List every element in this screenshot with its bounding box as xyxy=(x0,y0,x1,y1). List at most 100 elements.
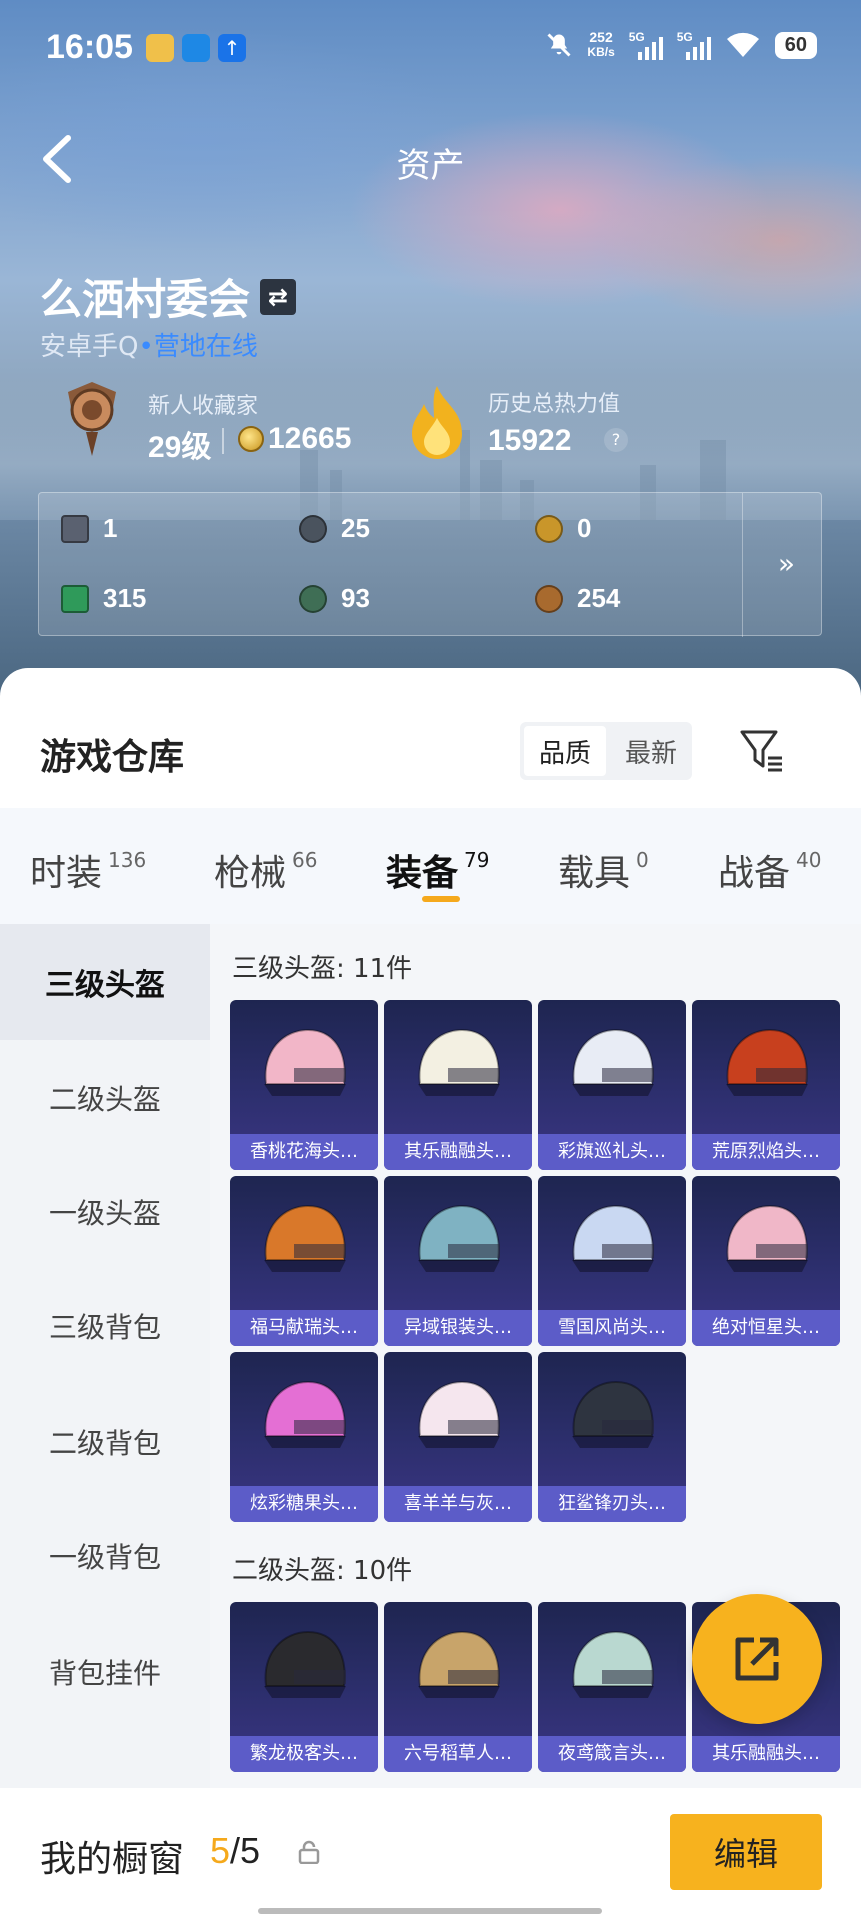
item-card[interactable]: 香桃花海头… xyxy=(230,1000,378,1170)
tab-vehicles[interactable]: 载具 0 xyxy=(558,844,649,896)
sidebar-item-level1-helmet[interactable]: 一级头盔 xyxy=(0,1154,210,1270)
divider xyxy=(222,428,224,454)
currency-panel: 1 25 0 315 93 254 » xyxy=(38,492,822,637)
sidebar-item-level2-helmet[interactable]: 二级头盔 xyxy=(0,1040,210,1156)
helmet-icon xyxy=(264,1204,346,1272)
collection-points-icon xyxy=(238,426,264,452)
currency-item: 0 xyxy=(535,513,591,544)
currency-item: 25 xyxy=(299,513,370,544)
wifi-icon xyxy=(726,32,759,57)
gold-coin-icon xyxy=(535,514,563,543)
home-indicator xyxy=(258,1908,602,1914)
card-ticket-icon xyxy=(61,514,89,543)
helmet-icon xyxy=(418,1380,500,1448)
app-notification-icon xyxy=(182,34,210,62)
status-bar: 16:05 ↑ 252 KB/s 5G 5G 60 xyxy=(0,0,861,100)
warehouse-title: 游戏仓库 xyxy=(40,737,185,778)
green-ticket-icon xyxy=(61,584,89,613)
status-time: 16:05 xyxy=(46,28,133,66)
signal-icon: 5G xyxy=(629,30,663,60)
tab-guns[interactable]: 枪械 66 xyxy=(214,844,317,896)
showcase-label: 我的橱窗 xyxy=(40,1839,185,1880)
share-button[interactable] xyxy=(692,1594,822,1724)
helmet-icon xyxy=(726,1204,808,1272)
signal-icon: 5G xyxy=(677,30,711,60)
item-card[interactable]: 六号稻草人… xyxy=(384,1602,532,1772)
helmet-icon xyxy=(726,1028,808,1096)
sidebar-item-level2-backpack[interactable]: 二级背包 xyxy=(0,1384,210,1500)
helmet-icon xyxy=(572,1630,654,1698)
sort-toggle: 品质 最新 xyxy=(520,722,692,780)
platform-label: 安卓手Q xyxy=(40,332,139,362)
profile-name-row: 么洒村委会 ⇄ xyxy=(40,266,297,327)
sort-quality-button[interactable]: 品质 xyxy=(524,726,606,776)
item-card[interactable]: 夜鸢箴言头… xyxy=(538,1602,686,1772)
sidebar-item-backpack-charm[interactable]: 背包挂件 xyxy=(0,1614,210,1730)
active-tab-indicator xyxy=(422,896,460,902)
rank-level: 29级 xyxy=(148,431,212,464)
battery-indicator: 60 xyxy=(774,31,817,59)
item-name: 喜羊羊与灰… xyxy=(384,1486,532,1522)
item-name: 荒原烈焰头… xyxy=(692,1134,840,1170)
item-card[interactable]: 狂鲨锋刃头… xyxy=(538,1352,686,1522)
collector-medal-icon xyxy=(68,382,116,456)
helmet-icon xyxy=(418,1204,500,1272)
sidebar-item-level3-helmet[interactable]: 三级头盔 xyxy=(0,924,210,1040)
item-card[interactable]: 绝对恒星头… xyxy=(692,1176,840,1346)
sidebar-item-level1-backpack[interactable]: 一级背包 xyxy=(0,1498,210,1614)
item-name: 夜鸢箴言头… xyxy=(538,1736,686,1772)
item-card[interactable]: 其乐融融头… xyxy=(384,1000,532,1170)
sort-latest-button[interactable]: 最新 xyxy=(610,722,692,780)
currency-item: 1 xyxy=(61,513,117,544)
item-card[interactable]: 炫彩糖果头… xyxy=(230,1352,378,1522)
item-name: 繁龙极客头… xyxy=(230,1736,378,1772)
item-name: 福马献瑞头… xyxy=(230,1310,378,1346)
help-icon[interactable]: ? xyxy=(604,428,628,452)
profile-subtitle: 安卓手Q•营地在线 xyxy=(40,332,258,362)
helmet-icon xyxy=(264,1630,346,1698)
helmet-icon xyxy=(264,1380,346,1448)
category-tabs: 时装 136 枪械 66 装备 79 载具 0 战备 40 xyxy=(0,808,861,924)
item-card[interactable]: 荒原烈焰头… xyxy=(692,1000,840,1170)
bronze-coin-icon xyxy=(535,584,563,613)
category-sidebar: 三级头盔 二级头盔 一级头盔 三级背包 二级背包 一级背包 背包挂件 xyxy=(0,924,210,1788)
item-card[interactable]: 繁龙极客头… xyxy=(230,1602,378,1772)
item-card[interactable]: 雪国风尚头… xyxy=(538,1176,686,1346)
profile-name: 么洒村委会 xyxy=(40,275,251,324)
tab-equipment[interactable]: 装备 79 xyxy=(386,844,489,896)
jade-coin-icon xyxy=(299,584,327,613)
item-name: 雪国风尚头… xyxy=(538,1310,686,1346)
divider xyxy=(742,493,743,637)
silver-coin-icon xyxy=(299,514,327,543)
helmet-icon xyxy=(572,1380,654,1448)
tab-battle-gear[interactable]: 战备 40 xyxy=(718,844,821,896)
currency-item: 254 xyxy=(535,583,620,614)
filter-icon[interactable] xyxy=(736,724,786,774)
item-card[interactable]: 福马献瑞头… xyxy=(230,1176,378,1346)
helmet-icon xyxy=(572,1204,654,1272)
sidebar-item-level3-backpack[interactable]: 三级背包 xyxy=(0,1268,210,1384)
showcase-count: 5/5 xyxy=(210,1830,261,1871)
upload-icon: ↑ xyxy=(218,34,246,62)
item-name: 异域银装头… xyxy=(384,1310,532,1346)
section-title: 二级头盔: 10件 xyxy=(232,1556,413,1586)
item-card[interactable]: 喜羊羊与灰… xyxy=(384,1352,532,1522)
helmet-icon xyxy=(264,1028,346,1096)
tab-fashion[interactable]: 时装 136 xyxy=(30,844,146,896)
app-notification-icon xyxy=(146,34,174,62)
currency-item: 315 xyxy=(61,583,146,614)
item-name: 狂鲨锋刃头… xyxy=(538,1486,686,1522)
switch-account-icon[interactable]: ⇄ xyxy=(260,278,297,315)
item-name: 其乐融融头… xyxy=(692,1736,840,1772)
online-status: 营地在线 xyxy=(153,332,258,362)
heat-value: 15922 xyxy=(488,424,572,457)
item-name: 炫彩糖果头… xyxy=(230,1486,378,1522)
chevron-double-right-icon[interactable]: » xyxy=(778,547,795,580)
edit-button[interactable]: 编辑 xyxy=(670,1814,822,1890)
share-icon xyxy=(735,1637,779,1681)
item-name: 其乐融融头… xyxy=(384,1134,532,1170)
item-card[interactable]: 彩旗巡礼头… xyxy=(538,1000,686,1170)
item-card[interactable]: 异域银装头… xyxy=(384,1176,532,1346)
helmet-icon xyxy=(572,1028,654,1096)
heat-title: 历史总热力值 xyxy=(488,392,621,417)
